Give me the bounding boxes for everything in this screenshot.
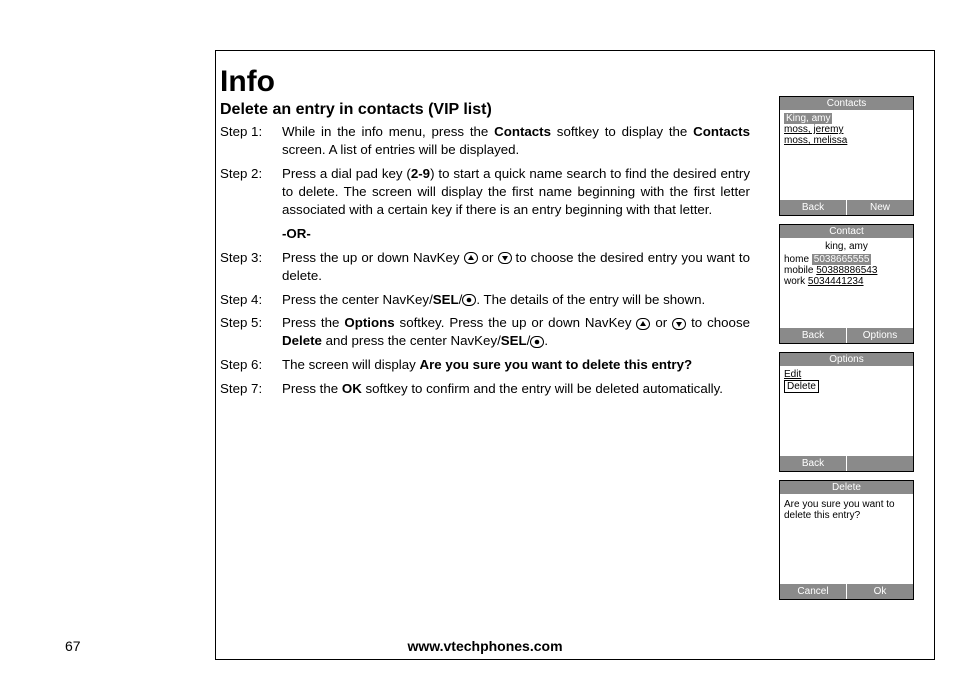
screen-contacts: Contacts King, amymoss, jeremymoss, meli…	[779, 96, 914, 216]
menu-item[interactable]: Delete	[784, 380, 909, 393]
screen-options: Options EditDelete Back	[779, 352, 914, 472]
screen-body: King, amymoss, jeremymoss, melissa	[780, 110, 913, 200]
step-label: Step 6:	[220, 356, 282, 374]
confirm-message: Are you sure you want to delete this ent…	[784, 497, 909, 521]
step: Step 2:Press a dial pad key (2-9) to sta…	[220, 165, 750, 219]
menu-item[interactable]: Edit	[784, 369, 909, 380]
step-body: Press the up or down NavKey or to choose…	[282, 249, 750, 285]
contact-name: king, amy	[784, 241, 909, 252]
softkey-left[interactable]: Back	[780, 200, 846, 215]
footer-url: www.vtechphones.com	[215, 638, 755, 654]
steps-list: Step 1:While in the info menu, press the…	[220, 123, 750, 398]
step: Step 4:Press the center NavKey/SEL/. The…	[220, 291, 750, 309]
section-title: Delete an entry in contacts (VIP list)	[220, 101, 750, 119]
step-label: Step 7:	[220, 380, 282, 398]
softkey-right[interactable]: New	[846, 200, 913, 215]
page-title: Info	[220, 65, 750, 99]
screen-body: Are you sure you want to delete this ent…	[780, 494, 913, 584]
screen-title: Options	[780, 353, 913, 366]
softkey-bar: Cancel Ok	[780, 584, 913, 599]
list-item[interactable]: King, amy	[784, 113, 909, 124]
softkey-right[interactable]: Ok	[846, 584, 913, 599]
step-body: While in the info menu, press the Contac…	[282, 123, 750, 159]
page-number: 67	[65, 638, 81, 654]
step: Step 6:The screen will display Are you s…	[220, 356, 750, 374]
step-body: The screen will display Are you sure you…	[282, 356, 750, 374]
step-or: -OR-	[282, 225, 750, 243]
list-item[interactable]: moss, melissa	[784, 135, 909, 146]
softkey-bar: Back New	[780, 200, 913, 215]
step-body: Press the center NavKey/SEL/. The detail…	[282, 291, 750, 309]
step: Step 3:Press the up or down NavKey or to…	[220, 249, 750, 285]
screen-delete: Delete Are you sure you want to delete t…	[779, 480, 914, 600]
list-item[interactable]: moss, jeremy	[784, 124, 909, 135]
step-label: Step 5:	[220, 314, 282, 350]
softkey-left[interactable]: Cancel	[780, 584, 846, 599]
step: Step 7:Press the OK softkey to confirm a…	[220, 380, 750, 398]
contact-number-row[interactable]: mobile 50388886543	[784, 265, 909, 276]
screen-title: Contact	[780, 225, 913, 238]
contact-number-row[interactable]: work 5034441234	[784, 276, 909, 287]
step: Step 5:Press the Options softkey. Press …	[220, 314, 750, 350]
step-body: Press the Options softkey. Press the up …	[282, 314, 750, 350]
screen-body: king, amy home 5038665555mobile 503888865…	[780, 238, 913, 328]
screen-title: Delete	[780, 481, 913, 494]
softkey-bar: Back Options	[780, 328, 913, 343]
manual-page: Info Delete an entry in contacts (VIP li…	[0, 0, 954, 682]
step-body: Press the OK softkey to confirm and the …	[282, 380, 750, 398]
screen-body: EditDelete	[780, 366, 913, 456]
screen-title: Contacts	[780, 97, 913, 110]
softkey-left[interactable]: Back	[780, 456, 846, 471]
softkey-right	[846, 456, 913, 471]
softkey-right[interactable]: Options	[846, 328, 913, 343]
step: Step 1:While in the info menu, press the…	[220, 123, 750, 159]
step-label: Step 1:	[220, 123, 282, 159]
step-label: Step 4:	[220, 291, 282, 309]
softkey-bar: Back	[780, 456, 913, 471]
step-body: Press a dial pad key (2-9) to start a qu…	[282, 165, 750, 219]
contact-number-row[interactable]: home 5038665555	[784, 254, 909, 265]
screen-contact: Contact king, amy home 5038665555mobile 5…	[779, 224, 914, 344]
phone-screens-column: Contacts King, amymoss, jeremymoss, meli…	[779, 96, 914, 608]
softkey-left[interactable]: Back	[780, 328, 846, 343]
step-label: Step 3:	[220, 249, 282, 285]
main-column: Info Delete an entry in contacts (VIP li…	[220, 65, 750, 404]
step-label: Step 2:	[220, 165, 282, 219]
